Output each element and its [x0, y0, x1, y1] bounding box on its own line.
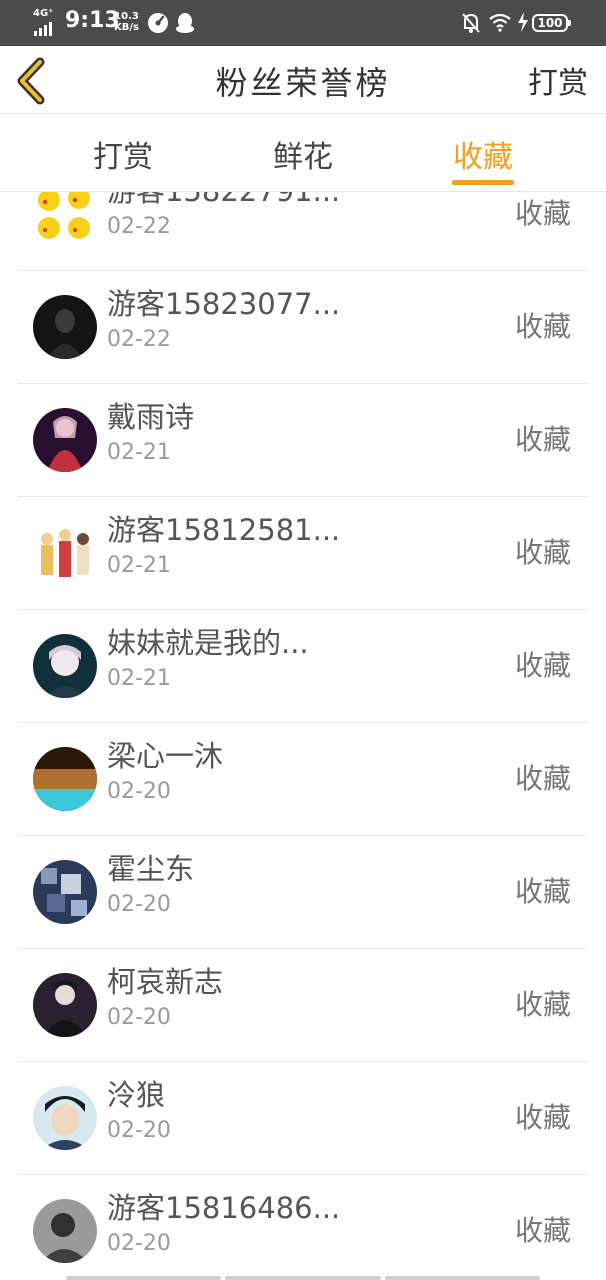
fan-action-type: 收藏: [514, 649, 571, 682]
fan-name: 妹妹就是我的...: [107, 626, 309, 660]
fan-date: 02-21: [107, 440, 171, 465]
list-item[interactable]: 梁心一沐 02-20 收藏: [18, 723, 588, 836]
anime-boy-teal-avatar: [33, 634, 97, 698]
network-speed-value: 10.3: [114, 11, 139, 22]
fan-list[interactable]: 游客15822791... 02-22 收藏 游客15823077... 02-…: [0, 192, 606, 1280]
qq-penguin-icon: [176, 13, 194, 33]
avatar: [33, 860, 97, 924]
pixel-blue-art-avatar: [33, 860, 97, 924]
avatar: [33, 408, 97, 472]
avatar: [33, 634, 97, 698]
avatar: [33, 973, 97, 1037]
fan-action-type: 收藏: [514, 197, 571, 230]
avatar: [33, 295, 97, 359]
avatar: [33, 1199, 97, 1263]
bell-muted-icon: [462, 13, 480, 33]
fan-name: 泠狼: [107, 1078, 166, 1112]
tab-reward[interactable]: 打赏: [53, 132, 193, 188]
fan-name: 戴雨诗: [107, 400, 195, 434]
fan-action-type: 收藏: [514, 536, 571, 569]
fan-date: 02-21: [107, 666, 171, 691]
fan-date: 02-21: [107, 553, 171, 578]
fan-date: 02-20: [107, 1118, 171, 1143]
fan-name: 游客15823077...: [107, 287, 337, 321]
fan-name: 游客15812581...: [107, 513, 337, 547]
fan-name: 柯哀新志: [107, 965, 224, 999]
avatar: [33, 192, 97, 246]
avatar: [33, 747, 97, 811]
list-item[interactable]: 游客15812581... 02-21 收藏: [18, 497, 588, 610]
fan-date: 02-22: [107, 327, 171, 352]
fan-action-type: 收藏: [514, 1214, 571, 1247]
fan-action-type: 收藏: [514, 310, 571, 343]
waterfall-landscape-avatar: [33, 747, 97, 811]
list-item[interactable]: 游客15822791... 02-22 收藏: [18, 192, 588, 271]
network-type: 4G⁺: [33, 8, 54, 19]
dark-figure-avatar: [33, 295, 97, 359]
fan-date: 02-20: [107, 1231, 171, 1256]
fan-action-type: 收藏: [514, 875, 571, 908]
network-speed-unit: KB/s: [114, 22, 139, 33]
page-title: 粉丝荣誉榜: [215, 64, 391, 102]
pikachu-stickers-avatar: [33, 192, 97, 246]
list-item[interactable]: 泠狼 02-20 收藏: [18, 1062, 588, 1175]
fan-name: 梁心一沐: [107, 739, 224, 773]
reward-button[interactable]: 打赏: [528, 58, 588, 102]
battery-indicator: 100: [532, 14, 571, 32]
fan-date: 02-20: [107, 779, 171, 804]
fan-name: 游客15822791...: [107, 192, 337, 210]
status-time: 9:13: [65, 8, 120, 33]
list-item[interactable]: 游客15823077... 02-22 收藏: [18, 271, 588, 384]
list-item[interactable]: 游客15816486... 02-20 收藏: [18, 1175, 588, 1280]
speedometer-icon: [148, 13, 168, 33]
app-header: 粉丝荣誉榜 打赏: [0, 46, 606, 114]
anime-girl-red-dress-avatar: [33, 408, 97, 472]
status-bar: 4G⁺ 9:13 10.3 KB/s 100: [0, 0, 606, 46]
wifi-icon: [489, 13, 511, 32]
avatar: [33, 1086, 97, 1150]
fan-date: 02-22: [107, 214, 171, 239]
fan-action-type: 收藏: [514, 762, 571, 795]
cellular-signal-icon: 4G⁺: [33, 8, 57, 36]
anime-man-portrait-avatar: [33, 1086, 97, 1150]
tab-bar: 打赏 鲜花 收藏: [0, 114, 606, 192]
fan-name: 霍尘东: [107, 852, 195, 886]
list-item[interactable]: 戴雨诗 02-21 收藏: [18, 384, 588, 497]
fan-name: 游客15816486...: [107, 1191, 337, 1225]
charging-bolt-icon: [518, 12, 528, 32]
tab-flowers[interactable]: 鲜花: [233, 132, 373, 188]
fan-date: 02-20: [107, 892, 171, 917]
list-item[interactable]: 妹妹就是我的... 02-21 收藏: [18, 610, 588, 723]
fan-action-type: 收藏: [514, 988, 571, 1021]
fan-date: 02-20: [107, 1005, 171, 1030]
avatar: [33, 521, 97, 585]
tab-favorites[interactable]: 收藏: [413, 132, 553, 188]
list-item[interactable]: 霍尘东 02-20 收藏: [18, 836, 588, 949]
network-speed: 10.3 KB/s: [114, 11, 139, 33]
anime-group-avatar: [33, 521, 97, 585]
fan-action-type: 收藏: [514, 423, 571, 456]
scroll-indicator: [66, 1276, 540, 1280]
list-item[interactable]: 柯哀新志 02-20 收藏: [18, 949, 588, 1062]
fan-action-type: 收藏: [514, 1101, 571, 1134]
dark-anime-character-avatar: [33, 973, 97, 1037]
gray-person-avatar: [33, 1199, 97, 1263]
